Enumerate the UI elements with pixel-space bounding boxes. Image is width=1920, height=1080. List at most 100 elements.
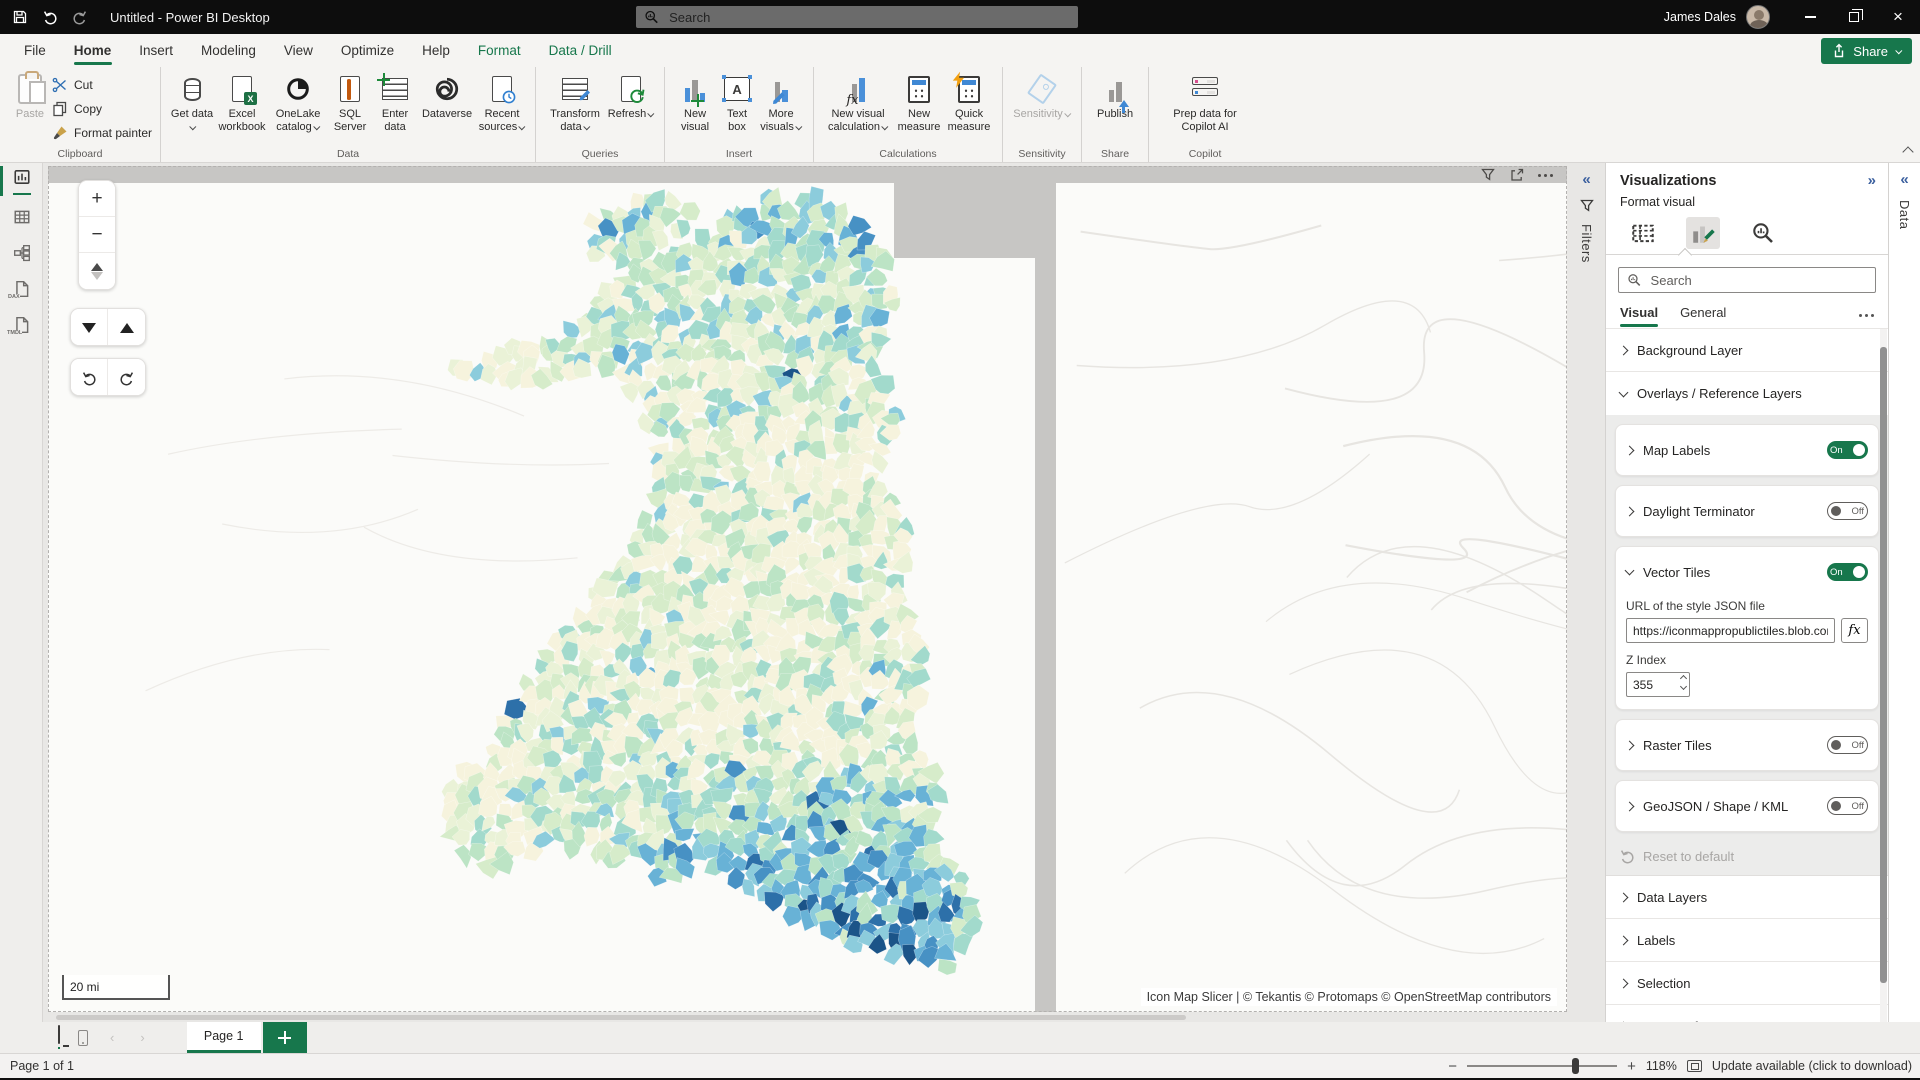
- avatar[interactable]: [1746, 5, 1770, 29]
- copy-button[interactable]: Copy: [52, 99, 152, 119]
- map-visual[interactable]: + − 20 mi Icon Map Slicer | © Tekantis ©…: [48, 166, 1567, 1012]
- chevron-down-icon[interactable]: [1625, 566, 1635, 576]
- sidebar-item-tmdl-view[interactable]: TMDL: [0, 307, 43, 343]
- choropleth-map[interactable]: [48, 166, 1567, 1012]
- undo-icon[interactable]: [42, 9, 58, 25]
- close-button[interactable]: ×: [1876, 0, 1920, 34]
- chevron-right-icon[interactable]: [1625, 740, 1635, 750]
- sidebar-item-report-view[interactable]: [0, 163, 43, 199]
- menu-tab-modeling[interactable]: Modeling: [187, 34, 270, 67]
- menu-tab-optimize[interactable]: Optimize: [327, 34, 408, 67]
- menu-tab-data-drill[interactable]: Data / Drill: [535, 34, 626, 67]
- fit-to-page-icon[interactable]: [1687, 1060, 1702, 1072]
- collapse-visualizations-icon[interactable]: »: [1868, 172, 1876, 189]
- get-data-button[interactable]: Get data: [169, 71, 215, 136]
- pane-scrollbar[interactable]: [1880, 329, 1887, 1041]
- new-visual-calculation-button[interactable]: fx New visual calculation: [822, 71, 894, 136]
- expand-data-icon[interactable]: «: [1900, 171, 1908, 188]
- dataverse-button[interactable]: Dataverse: [417, 71, 477, 123]
- filters-pane-label[interactable]: Filters: [1579, 224, 1594, 263]
- page-tab[interactable]: Page 1: [187, 1022, 261, 1053]
- menu-tab-view[interactable]: View: [270, 34, 327, 67]
- chevron-right-icon[interactable]: [1625, 506, 1635, 516]
- section-data-layers[interactable]: Data Layers: [1606, 876, 1888, 919]
- fields-tab-icon[interactable]: [1626, 217, 1660, 249]
- section-labels[interactable]: Labels: [1606, 919, 1888, 962]
- focus-mode-icon[interactable]: [1509, 167, 1525, 183]
- onelake-catalog-button[interactable]: OneLake catalog: [269, 71, 327, 136]
- menu-tab-home[interactable]: Home: [60, 34, 126, 67]
- sidebar-item-model-view[interactable]: [0, 235, 43, 271]
- filter-icon[interactable]: [1480, 167, 1496, 183]
- sensitivity-button[interactable]: Sensitivity: [1011, 71, 1073, 123]
- rotate-ccw-button[interactable]: [71, 359, 108, 396]
- chevron-right-icon[interactable]: [1625, 445, 1635, 455]
- menu-tab-insert[interactable]: Insert: [125, 34, 187, 67]
- zoom-out-icon[interactable]: −: [1448, 1058, 1457, 1075]
- quick-measure-button[interactable]: Quick measure: [944, 71, 994, 136]
- user-name[interactable]: James Dales: [1664, 10, 1736, 24]
- tilt-up-button[interactable]: [108, 309, 145, 346]
- global-search[interactable]: [636, 6, 1078, 28]
- share-button[interactable]: Share: [1821, 38, 1912, 64]
- raster-tiles-toggle[interactable]: Off: [1827, 736, 1868, 754]
- chevron-right-icon[interactable]: [1625, 801, 1635, 811]
- excel-workbook-button[interactable]: X Excel workbook: [215, 71, 269, 136]
- publish-button[interactable]: Publish: [1090, 71, 1140, 123]
- zoom-in-icon[interactable]: +: [1627, 1058, 1636, 1075]
- map-zoom-out-button[interactable]: −: [79, 217, 115, 253]
- mobile-layout-button[interactable]: [78, 1030, 88, 1046]
- menu-tab-file[interactable]: File: [10, 34, 60, 67]
- restore-button[interactable]: [1832, 0, 1876, 34]
- pane-more-options-icon[interactable]: [1859, 305, 1874, 326]
- save-icon[interactable]: [12, 9, 28, 25]
- collapse-ribbon-icon[interactable]: [1902, 146, 1913, 157]
- cut-button[interactable]: Cut: [52, 75, 152, 95]
- text-box-button[interactable]: A Text box: [717, 71, 757, 136]
- vector-tiles-toggle[interactable]: On: [1827, 563, 1868, 581]
- more-visuals-button[interactable]: More visuals: [757, 71, 805, 136]
- desktop-layout-button[interactable]: [58, 1026, 60, 1049]
- new-measure-button[interactable]: New measure: [894, 71, 944, 136]
- data-pane-label[interactable]: Data: [1897, 200, 1912, 229]
- map-pitch-button[interactable]: [79, 253, 115, 289]
- daylight-terminator-toggle[interactable]: Off: [1827, 502, 1868, 520]
- zoom-slider[interactable]: [1467, 1065, 1617, 1067]
- format-search-input[interactable]: [1649, 272, 1867, 289]
- sidebar-item-table-view[interactable]: [0, 199, 43, 235]
- rotate-cw-button[interactable]: [108, 359, 145, 396]
- map-labels-toggle[interactable]: On: [1827, 441, 1868, 459]
- reset-to-default-button[interactable]: Reset to default: [1615, 841, 1879, 871]
- copilot-prep-button[interactable]: Prep data for Copilot AI: [1157, 71, 1253, 136]
- style-json-url-input[interactable]: [1626, 618, 1835, 643]
- tab-visual[interactable]: Visual: [1620, 305, 1658, 327]
- more-options-icon[interactable]: [1538, 174, 1541, 177]
- redo-icon[interactable]: [72, 9, 88, 25]
- map-zoom-in-button[interactable]: +: [79, 181, 115, 217]
- global-search-input[interactable]: [667, 9, 1070, 26]
- update-available-link[interactable]: Update available (click to download): [1712, 1059, 1912, 1073]
- zoom-slider-handle[interactable]: [1572, 1058, 1579, 1074]
- fx-conditional-format-button[interactable]: fx: [1841, 618, 1868, 643]
- sidebar-item-dax-query-view[interactable]: DAX: [0, 271, 43, 307]
- sql-server-button[interactable]: SQL Server: [327, 71, 373, 136]
- new-visual-button[interactable]: New visual: [673, 71, 717, 136]
- enter-data-button[interactable]: Enter data: [373, 71, 417, 136]
- refresh-button[interactable]: Refresh: [606, 71, 656, 123]
- geojson-toggle[interactable]: Off: [1827, 797, 1868, 815]
- format-tab-icon[interactable]: [1686, 217, 1720, 249]
- expand-filters-icon[interactable]: «: [1582, 171, 1590, 188]
- next-page-icon[interactable]: ›: [136, 1030, 148, 1045]
- prev-page-icon[interactable]: ‹: [106, 1030, 118, 1045]
- paste-button[interactable]: Paste: [8, 71, 52, 123]
- analytics-tab-icon[interactable]: [1746, 217, 1780, 249]
- menu-tab-format[interactable]: Format: [464, 34, 535, 67]
- new-page-button[interactable]: [263, 1022, 307, 1053]
- number-spinner[interactable]: [1681, 676, 1686, 689]
- canvas-horizontal-scrollbar[interactable]: [48, 1014, 1567, 1021]
- transform-data-button[interactable]: Transform data: [544, 71, 606, 136]
- section-selection[interactable]: Selection: [1606, 962, 1888, 1005]
- section-overlays[interactable]: Overlays / Reference Layers: [1606, 372, 1888, 415]
- section-background-layer[interactable]: Background Layer: [1606, 329, 1888, 372]
- format-painter-button[interactable]: Format painter: [52, 123, 152, 143]
